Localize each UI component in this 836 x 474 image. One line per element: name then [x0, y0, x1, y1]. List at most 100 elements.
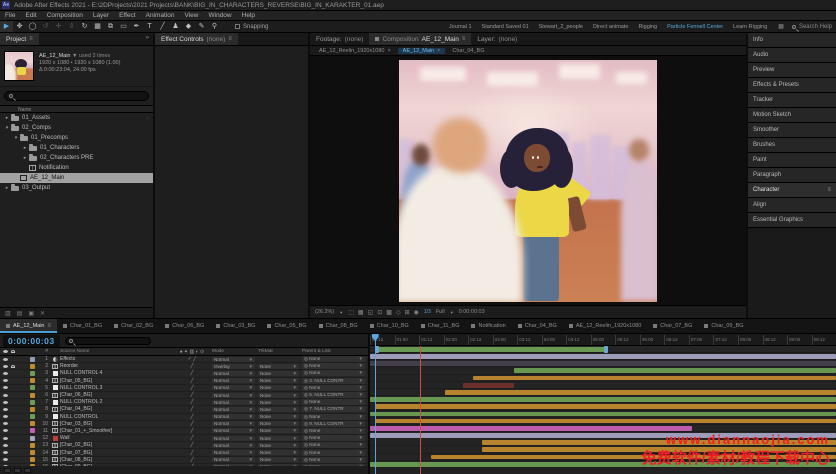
panel-effects-presets[interactable]: Effects & Presets — [748, 78, 836, 93]
layer-duration-bar[interactable] — [445, 390, 836, 395]
layer-name[interactable]: [Char_02_BG] — [60, 442, 172, 448]
trkmat-select[interactable]: None▼ — [258, 407, 299, 412]
blend-mode-select[interactable]: Normal▼ — [212, 357, 255, 362]
layer-name[interactable]: [Char_04_BG] — [60, 406, 172, 412]
comp-subtab-ae-12-reelin-1920x1080[interactable]: AE_12_Reelin_1920x1080 × — [314, 48, 396, 54]
layer-row-null-control[interactable]: 9 NULL CONTROL ╱ Normal▼ None▼ ◎ None▼ — [0, 414, 368, 421]
eye-icon[interactable] — [3, 415, 8, 418]
tab-project[interactable]: Project ≡ — [0, 33, 39, 45]
panel-menu-icon[interactable]: ≡ — [48, 323, 52, 329]
label-color-swatch[interactable] — [30, 414, 35, 419]
label-color-swatch[interactable] — [30, 407, 35, 412]
layer-row-effects[interactable]: 1 Effects ✓ ╱ Normal▼ ◎ None▼ — [0, 356, 368, 363]
disclosure-triangle-icon[interactable]: ▾ — [12, 135, 20, 141]
type-tool[interactable]: T — [143, 21, 156, 32]
project-item-notification[interactable]: Notification — [0, 163, 153, 173]
project-item-02-characters-pre[interactable]: ▸ 02_Characters PRE — [0, 153, 153, 163]
layer-row-char-06-bg[interactable]: 6 [Char_06_BG] ╱ Normal▼ None▼ ◎ 5. NULL… — [0, 392, 368, 399]
layer-row-char-03-bg[interactable]: 10 [Char_03_BG] ╱ Normal▼ None▼ ◎ 9. NUL… — [0, 421, 368, 428]
safe-margins-icon[interactable]: ⬚ — [348, 309, 354, 316]
hand-tool[interactable]: ✥ — [13, 21, 26, 32]
eye-icon[interactable] — [3, 386, 8, 389]
label-color-swatch[interactable] — [30, 378, 35, 383]
menu-edit[interactable]: Edit — [20, 12, 41, 19]
interpret-footage-icon[interactable]: ▥ — [5, 310, 11, 317]
layer-bar-row[interactable] — [370, 375, 836, 382]
layer-duration-bar[interactable] — [370, 361, 836, 366]
timeline-tab-char-08-bg[interactable]: Char_08_BG — [313, 319, 364, 333]
layer-name[interactable]: Reorder — [60, 363, 172, 369]
timeline-tab-char-04-bg[interactable]: Char_04_BG — [512, 319, 563, 333]
parent-select[interactable]: ◎ 7. NULL CONTR▼ — [302, 406, 365, 412]
blend-mode-select[interactable]: Normal▼ — [212, 450, 255, 455]
layer-switches[interactable]: ╱ — [172, 435, 212, 441]
timeline-tab-char-09-bg[interactable]: Char_09_BG — [698, 319, 749, 333]
trkmat-select[interactable]: None▼ — [258, 457, 299, 462]
layer-duration-bar[interactable] — [375, 404, 836, 409]
timeline-tab-char-11-bg[interactable]: Char_11_BG — [415, 319, 466, 333]
viewer-tab-composition[interactable]: Composition AE_12_Main ≡ — [369, 33, 471, 45]
timeline-tab-char-01-bg[interactable]: Char_01_BG — [57, 319, 108, 333]
blend-mode-select[interactable]: Normal▼ — [212, 428, 255, 433]
layer-switches[interactable]: ╱ — [172, 450, 212, 456]
blend-mode-select[interactable]: Normal▼ — [212, 421, 255, 426]
parent-select[interactable]: ◎ None▼ — [302, 442, 365, 448]
label-color-swatch[interactable] — [30, 385, 35, 390]
disclosure-triangle-icon[interactable]: ▸ — [21, 145, 29, 151]
layer-row-char-08-bg[interactable]: 15 [Char_08_BG] ╱ Normal▼ None▼ ◎ None▼ — [0, 457, 368, 464]
panel-smoother[interactable]: Smoother — [748, 123, 836, 138]
timeline-tab-char-05-bg[interactable]: Char_05_BG — [261, 319, 312, 333]
layer-switches[interactable]: ╱ — [172, 428, 212, 434]
trkmat-select[interactable]: None▼ — [258, 371, 299, 376]
expand-layer-switches-button[interactable] — [4, 468, 11, 473]
eye-icon[interactable] — [3, 394, 8, 397]
number-column-header[interactable]: # — [38, 349, 50, 354]
parent-select[interactable]: ◎ None▼ — [302, 457, 365, 463]
panel-menu-icon[interactable]: ≡ — [462, 36, 466, 42]
zoom-level[interactable]: (26.2%) — [315, 309, 334, 315]
label-color-swatch[interactable] — [30, 443, 35, 448]
project-item-01-characters[interactable]: ▸ 01_Characters — [0, 143, 153, 153]
label-color-swatch[interactable] — [30, 428, 35, 433]
eye-icon[interactable] — [3, 444, 8, 447]
layer-name[interactable]: [Char_03_BG] — [60, 421, 172, 427]
layer-switches[interactable]: ╱ — [172, 421, 212, 427]
blend-mode-select[interactable]: Normal▼ — [212, 393, 255, 398]
eye-icon[interactable] — [3, 365, 8, 368]
trkmat-select[interactable]: None▼ — [258, 443, 299, 448]
blend-mode-select[interactable]: Normal▼ — [212, 443, 255, 448]
lock-icon[interactable] — [11, 365, 15, 368]
workspace-rigging[interactable]: Rigging — [633, 24, 662, 30]
layer-switches[interactable]: ╱ — [172, 385, 212, 391]
layer-switches[interactable]: ╱ — [172, 370, 212, 376]
layer-bar-row[interactable] — [370, 403, 836, 410]
panel-brushes[interactable]: Brushes — [748, 138, 836, 153]
time-ruler[interactable]: 00:1201:0001:1202:0002:1203:0003:1204:00… — [370, 334, 836, 346]
panel-paragraph[interactable]: Paragraph — [748, 168, 836, 183]
eye-icon[interactable] — [3, 429, 8, 432]
new-folder-icon[interactable]: ▤ — [17, 310, 23, 317]
trkmat-column-header[interactable]: TrkMat — [258, 349, 302, 354]
blend-mode-select[interactable]: Overlay▼ — [212, 364, 255, 369]
disclosure-triangle-icon[interactable]: ▸ — [3, 115, 11, 121]
layer-switches[interactable]: ╱ — [172, 363, 212, 369]
mask-visibility-icon[interactable]: ◱ — [368, 309, 374, 316]
panel-motion-sketch[interactable]: Motion Sketch — [748, 108, 836, 123]
blend-mode-select[interactable]: Normal▼ — [212, 436, 255, 441]
disclosure-triangle-icon[interactable]: ▸ — [3, 185, 11, 191]
zoom-dropdown-icon[interactable]: ▼ — [339, 310, 343, 315]
help-search[interactable]: Search Help — [792, 24, 832, 30]
layer-name[interactable]: NULL CONTROL — [60, 414, 172, 420]
pan-behind-tool[interactable]: ⧉ — [104, 21, 117, 32]
parent-select[interactable]: ◎ None▼ — [302, 428, 365, 434]
parent-column-header[interactable]: Parent & Link — [302, 349, 368, 354]
layer-switches[interactable]: ╱ — [172, 406, 212, 412]
layer-duration-bar[interactable] — [370, 412, 836, 417]
disclosure-triangle-icon[interactable]: ▾ — [3, 125, 11, 131]
menu-window[interactable]: Window — [204, 12, 237, 19]
region-of-interest-icon[interactable]: ⊡ — [377, 309, 382, 316]
comp-subtab-char-04-bg[interactable]: Char_04_BG — [447, 48, 489, 54]
layer-duration-bar[interactable] — [370, 397, 836, 402]
layer-row-char-01-smoother[interactable]: 11 [Char_01_+_Smoother] ╱ Normal▼ None▼ … — [0, 428, 368, 435]
menu-effect[interactable]: Effect — [114, 12, 141, 19]
